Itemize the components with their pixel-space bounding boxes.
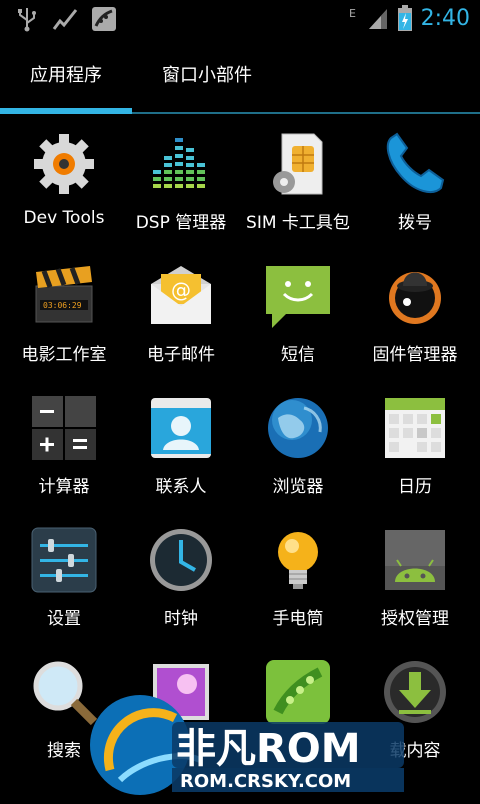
data-icon: E [349,7,356,20]
status-bar: E 2:40 [0,0,480,38]
bowler-hat-icon [389,272,441,324]
app-label: 手电筒 [272,609,324,629]
app-label: SIM 卡工具包 [246,213,350,233]
activity-icon [52,9,78,30]
contacts-icon [151,398,211,458]
clapperboard-icon: 03:06:29 [35,266,93,323]
email-icon: @ [151,266,211,324]
clock-time: 2:40 [420,5,470,31]
app-dev-tools[interactable]: Dev Tools [5,130,123,260]
app-rom-manager[interactable]: 固件管理器 [356,262,474,392]
app-label: 短信 [281,345,315,365]
app-label: 联系人 [155,477,207,497]
globe-icon [268,398,328,458]
rom-logo-icon: 非凡ROM ROM.CRSKY.COM [90,695,404,795]
android-icon [385,530,445,590]
settings-sliders-icon [31,527,97,593]
clock-icon [150,529,212,591]
app-label: 日历 [398,477,432,497]
app-settings[interactable]: 设置 [5,526,123,656]
app-label: 电影工作室 [21,345,107,365]
app-label: 浏览器 [272,477,324,497]
app-clock[interactable]: 时钟 [122,526,240,656]
status-left-icons [16,6,116,32]
app-label: 固件管理器 [372,345,458,365]
svg-text:@: @ [171,278,191,302]
sim-card-icon [273,133,323,195]
tab-apps[interactable]: 应用程序 [0,40,132,112]
app-superuser[interactable]: 授权管理 [356,526,474,656]
watermark-url: ROM.CRSKY.COM [180,771,351,792]
app-label: 拨号 [398,213,432,233]
app-label: 时钟 [164,609,198,629]
watermark-brand: 非凡ROM [176,726,361,772]
status-right-icons: E 2:40 [349,4,470,32]
phone-icon [386,132,445,193]
app-flashlight[interactable]: 手电筒 [239,526,357,656]
app-browser[interactable]: 浏览器 [239,394,357,524]
app-email[interactable]: @ 电子邮件 [122,262,240,392]
gear-icon [34,134,94,194]
tab-active-indicator [0,108,132,114]
app-sim-toolkit[interactable]: SIM 卡工具包 [239,130,357,260]
tab-widgets[interactable]: 窗口小部件 [132,40,282,112]
svg-text:03:06:29: 03:06:29 [43,301,82,310]
tab-bar: 应用程序 窗口小部件 [0,40,480,116]
watermark-logo: 非凡ROM ROM.CRSKY.COM [80,690,410,800]
app-label: 电子邮件 [147,345,215,365]
sms-icon [266,266,330,328]
app-label: 授权管理 [381,609,449,629]
light-bulb-icon [278,532,318,589]
usb-icon [18,8,36,32]
app-movie-studio[interactable]: 03:06:29 电影工作室 [5,262,123,392]
app-label: 设置 [47,609,81,629]
equalizer-icon [153,138,205,188]
app-label: DSP 管理器 [135,213,227,233]
app-dialer[interactable]: 拨号 [356,130,474,260]
app-calculator[interactable]: 计算器 [5,394,123,524]
calendar-icon [385,398,445,458]
app-label: 计算器 [38,477,90,497]
app-contacts[interactable]: 联系人 [122,394,240,524]
signal-icon [368,9,387,29]
svg-text:E: E [349,7,356,20]
app-messaging[interactable]: 短信 [239,262,357,392]
app-label: Dev Tools [23,208,105,228]
app-dsp-manager[interactable]: DSP 管理器 [122,130,240,260]
battery-icon [397,5,412,31]
pea-pod-icon [92,7,116,31]
app-calendar[interactable]: 日历 [356,394,474,524]
calculator-icon [32,396,96,460]
